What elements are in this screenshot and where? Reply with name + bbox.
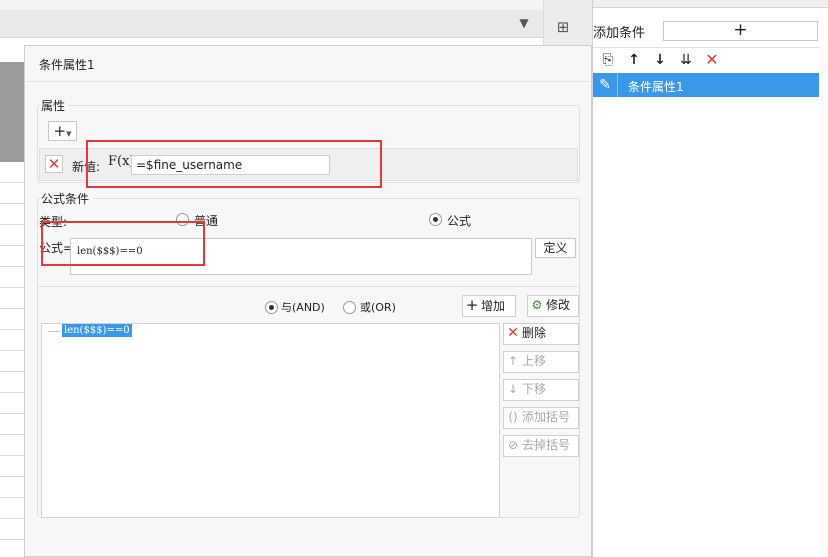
condition-list[interactable]: len($$$)==0 xyxy=(41,323,500,518)
row-header-column xyxy=(0,62,24,162)
add-attribute-button[interactable]: +▼ xyxy=(48,121,77,141)
delete-condition-button[interactable]: ✕ 删除 xyxy=(503,323,579,345)
move-down-label: 下移 xyxy=(522,382,547,396)
modify-gear-icon: ⚙ xyxy=(531,298,543,312)
plus-icon: + xyxy=(465,296,479,314)
edit-pencil-icon: ✎ xyxy=(593,73,618,97)
arrow-up-icon: ↑ xyxy=(507,354,519,368)
move-up-button[interactable]: ↑ 上移 xyxy=(503,351,579,373)
attribute-group-label: 属性 xyxy=(41,97,70,114)
condition-attribute-dialog: 条件属性1 属性 +▼ ✕ 新值: F(x) =$fine_username 公… xyxy=(24,45,592,557)
logic-or-radio[interactable] xyxy=(343,301,356,314)
define-button[interactable]: 定义 xyxy=(535,238,576,258)
delete-label: 删除 xyxy=(522,326,547,340)
condition-item-label: 条件属性1 xyxy=(628,80,684,94)
sheet-grid-left xyxy=(0,162,24,557)
type-formula-radio[interactable] xyxy=(429,213,442,226)
panel-layout-icon[interactable]: ⊞ xyxy=(553,18,573,36)
logic-or-label: 或(OR) xyxy=(360,301,396,314)
add-label: 增加 xyxy=(481,299,506,313)
condition-attributes-panel: 添加条件 + ⎘ ↑ ↓ ⇊ ✕ ✎ 条件属性1 xyxy=(592,0,828,557)
highlight-formula-box xyxy=(41,221,205,266)
panel-header xyxy=(593,0,828,8)
window-top-bar xyxy=(0,0,543,10)
remove-bracket-label: 去掉括号 xyxy=(522,438,571,452)
condition-entry[interactable]: len($$$)==0 xyxy=(62,324,132,337)
panel-scrollbar[interactable] xyxy=(819,47,828,557)
highlight-new-value-box xyxy=(86,140,382,188)
tree-branch-line xyxy=(48,331,60,332)
modify-label: 修改 xyxy=(546,298,571,312)
condition-list-item[interactable]: ✎ 条件属性1 xyxy=(593,73,819,97)
delete-icon[interactable]: ✕ xyxy=(702,51,722,69)
title-separator xyxy=(25,81,591,82)
chevron-down-icon: ▼ xyxy=(66,130,72,138)
type-formula-label: 公式 xyxy=(447,214,472,228)
dialog-title: 条件属性1 xyxy=(39,58,95,72)
remove-bracket-button[interactable]: ⊘ 去掉括号 xyxy=(503,435,579,457)
move-bottom-icon[interactable]: ⇊ xyxy=(676,51,696,69)
arrow-up-icon[interactable]: ↑ xyxy=(624,51,644,69)
add-condition-item-button[interactable]: + 增加 xyxy=(462,295,516,317)
format-painter-icon[interactable]: ▼ xyxy=(516,15,532,31)
formula-group-label: 公式条件 xyxy=(41,190,94,207)
condition-toolbar: ⎘ ↑ ↓ ⇊ ✕ xyxy=(593,47,828,71)
add-bracket-label: 添加括号 xyxy=(522,410,571,424)
section-divider xyxy=(39,286,578,287)
copy-icon[interactable]: ⎘ xyxy=(598,51,618,69)
modify-condition-button[interactable]: ⚙ 修改 xyxy=(527,295,579,317)
arrow-down-icon: ↓ xyxy=(507,382,519,396)
remove-bracket-icon: ⊘ xyxy=(507,438,519,452)
add-bracket-button[interactable]: () 添加括号 xyxy=(503,407,579,429)
arrow-down-icon[interactable]: ↓ xyxy=(650,51,670,69)
move-up-label: 上移 xyxy=(522,354,547,368)
delete-icon: ✕ xyxy=(507,325,519,341)
sheet-toolbar xyxy=(0,10,543,38)
bracket-icon: () xyxy=(508,410,518,424)
logic-and-radio[interactable] xyxy=(265,301,278,314)
move-down-button[interactable]: ↓ 下移 xyxy=(503,379,579,401)
add-condition-button[interactable]: + xyxy=(663,21,818,41)
add-condition-label: 添加条件 xyxy=(593,26,646,41)
logic-and-label: 与(AND) xyxy=(281,301,325,314)
plus-icon: + xyxy=(53,122,67,140)
delete-attribute-button[interactable]: ✕ xyxy=(45,155,63,173)
